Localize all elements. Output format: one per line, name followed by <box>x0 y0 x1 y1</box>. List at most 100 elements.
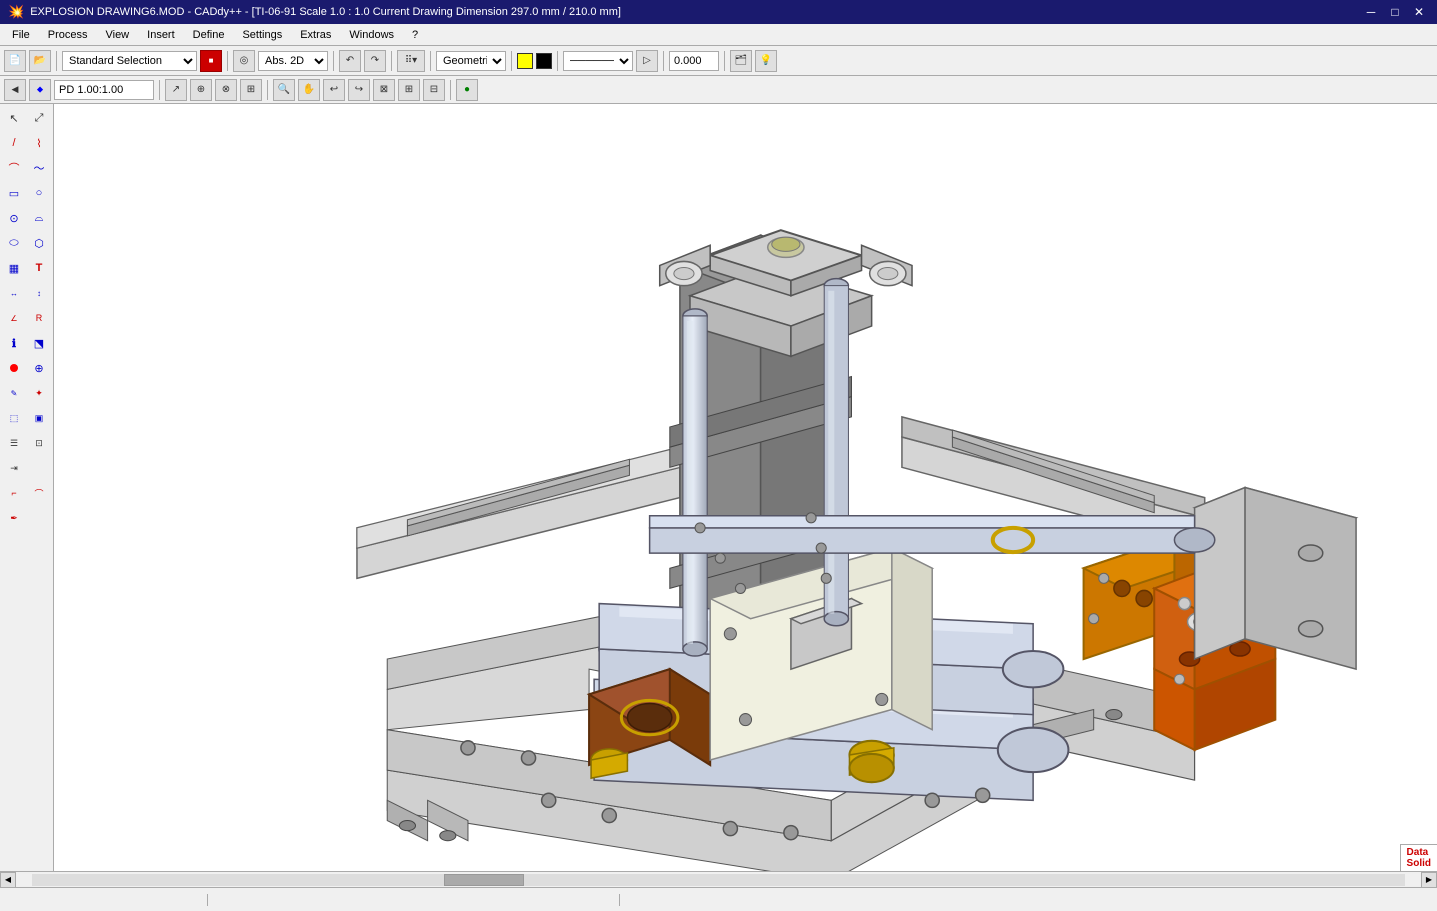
scroll-right-arrow[interactable]: ▶ <box>1421 872 1437 888</box>
tool-row-15: ⇥ <box>2 456 51 480</box>
info-tool[interactable]: ℹ <box>2 331 26 355</box>
3d-box-tool[interactable]: ⬚ <box>2 406 26 430</box>
redraw-btn[interactable]: ● <box>456 79 478 101</box>
tool-row-11: ⊕ <box>2 356 51 380</box>
menu-settings[interactable]: Settings <box>234 27 290 43</box>
select-rect-icon[interactable]: ■ <box>200 50 222 72</box>
titlebar-close[interactable]: ✕ <box>1409 2 1429 22</box>
menu-file[interactable]: File <box>4 27 38 43</box>
titlebar-maximize[interactable]: □ <box>1385 2 1405 22</box>
zoom-out-btn[interactable]: ⊟ <box>423 79 445 101</box>
menu-view[interactable]: View <box>97 27 137 43</box>
dim-auto-tool[interactable]: ⇥ <box>2 456 26 480</box>
right-rail-bracket <box>1195 488 1356 670</box>
fillet-tool[interactable]: ⌒ <box>27 481 51 505</box>
menu-process[interactable]: Process <box>40 27 96 43</box>
color-yellow-btn[interactable] <box>517 53 533 69</box>
sep3 <box>333 51 334 71</box>
canvas-area[interactable]: DataSolid <box>54 104 1437 871</box>
zoom-window-btn[interactable]: 🔍 <box>273 79 295 101</box>
dim-h-tool[interactable]: ↔ <box>2 281 26 305</box>
line-width-input[interactable] <box>669 51 719 71</box>
properties-tool[interactable]: ✦ <box>27 381 51 405</box>
layer-stack-icon[interactable]: 🗂 <box>730 50 752 72</box>
undo-button[interactable]: ↶ <box>339 50 361 72</box>
snap-point-btn[interactable]: ↗ <box>165 79 187 101</box>
titlebar-minimize[interactable]: ─ <box>1361 2 1381 22</box>
dim-angle-tool[interactable]: ∠ <box>2 306 26 330</box>
ellipse-tool[interactable]: ⬭ <box>2 231 26 255</box>
statusbar <box>0 887 1437 911</box>
polyline-tool[interactable]: ⌒ <box>2 156 26 180</box>
snap-grid-btn[interactable]: ⊕ <box>190 79 212 101</box>
layer-dropdown[interactable]: Geometrie <box>436 51 506 71</box>
open-button[interactable]: 📂 <box>29 50 51 72</box>
arc-tool[interactable]: ⌓ <box>27 206 51 230</box>
undo2-btn[interactable]: ↩ <box>323 79 345 101</box>
redo2-btn[interactable]: ↪ <box>348 79 370 101</box>
circle-r-tool[interactable]: ○ <box>27 181 51 205</box>
3d-cyl-tool[interactable]: ▣ <box>27 406 51 430</box>
snap-toggle2[interactable]: ⬥ <box>29 79 51 101</box>
red-dot-tool[interactable] <box>2 356 26 380</box>
line-arrow-icon[interactable]: ▷ <box>636 50 658 72</box>
snap-mid-btn[interactable]: ⊗ <box>215 79 237 101</box>
polygon-tool[interactable]: ⬡ <box>27 231 51 255</box>
edit-tool[interactable]: ✎ <box>2 381 26 405</box>
grid-button[interactable]: ⠿▾ <box>397 50 425 72</box>
circle-d-tool[interactable]: ⊙ <box>2 206 26 230</box>
line-tool[interactable]: / <box>2 131 26 155</box>
spline-tool[interactable]: 〜 <box>27 156 51 180</box>
menu-define[interactable]: Define <box>185 27 233 43</box>
tool-row-8: ↔ ↕ <box>2 281 51 305</box>
scroll-left-arrow[interactable]: ◀ <box>0 872 16 888</box>
status-segment-2 <box>220 894 620 906</box>
layer-bulb-icon[interactable]: 💡 <box>755 50 777 72</box>
toolbar2: ◀ ⬥ ↗ ⊕ ⊗ ⊞ 🔍 ✋ ↩ ↪ ⊠ ⊞ ⊟ ● <box>0 76 1437 104</box>
snap-perp-btn[interactable]: ⊞ <box>240 79 262 101</box>
text-tool[interactable]: T <box>27 256 51 280</box>
status-segment-3 <box>632 894 635 906</box>
selection-mode-dropdown[interactable]: Standard Selection <box>62 51 197 71</box>
menu-insert[interactable]: Insert <box>139 27 183 43</box>
dim-radius-tool[interactable]: R <box>27 306 51 330</box>
area-tool[interactable]: ⬔ <box>27 331 51 355</box>
menu-extras[interactable]: Extras <box>292 27 339 43</box>
section-tool[interactable]: ☰ <box>2 431 26 455</box>
sep2 <box>227 51 228 71</box>
chamfer-tool[interactable]: ⌐ <box>2 481 26 505</box>
zoom-in-btn[interactable]: ⊞ <box>398 79 420 101</box>
tool-row-16: ⌐ ⌒ <box>2 481 51 505</box>
pen-tool[interactable]: ✒ <box>2 506 26 530</box>
scroll-track-h[interactable] <box>32 874 1405 886</box>
dim-v-tool[interactable]: ↕ <box>27 281 51 305</box>
hatch-tool[interactable]: ▦ <box>2 256 26 280</box>
hscrollbar[interactable]: ◀ ▶ <box>0 871 1437 887</box>
free-line-tool[interactable]: ⌇ <box>27 131 51 155</box>
select-cross-tool[interactable]: ⤢ <box>27 106 51 130</box>
main-area: ↖ ⤢ / ⌇ ⌒ 〜 ▭ ○ ⊙ ⌓ ⬭ ⬡ ▦ T ↔ ↕ <box>0 104 1437 871</box>
scroll-thumb-h[interactable] <box>444 874 524 886</box>
titlebar-title: EXPLOSION DRAWING6.MOD - CADdy++ - [TI-0… <box>30 6 621 18</box>
pan-btn[interactable]: ✋ <box>298 79 320 101</box>
coord-icon[interactable]: ◎ <box>233 50 255 72</box>
menu-windows[interactable]: Windows <box>341 27 402 43</box>
cad-drawing <box>54 104 1437 871</box>
line-style-dropdown[interactable]: ────── - - - - <box>563 51 633 71</box>
redo-button[interactable]: ↷ <box>364 50 386 72</box>
select-tool[interactable]: ↖ <box>2 106 26 130</box>
sep12 <box>450 80 451 100</box>
measure-tool[interactable]: ⊕ <box>27 356 51 380</box>
new-button[interactable]: 📄 <box>4 50 26 72</box>
menu-help[interactable]: ? <box>404 27 426 43</box>
tool-row-14: ☰ ⊡ <box>2 431 51 455</box>
rect-tool[interactable]: ▭ <box>2 181 26 205</box>
titlebar-controls[interactable]: ─ □ ✕ <box>1361 2 1429 22</box>
pd-value-input[interactable] <box>54 80 154 100</box>
snap-toggle[interactable]: ◀ <box>4 79 26 101</box>
coord-mode-dropdown[interactable]: Abs. 2D Rel. 2D Abs. 3D <box>258 51 328 71</box>
sep4 <box>391 51 392 71</box>
view-tool[interactable]: ⊡ <box>27 431 51 455</box>
zoom-fit-btn[interactable]: ⊠ <box>373 79 395 101</box>
color-black-btn[interactable] <box>536 53 552 69</box>
